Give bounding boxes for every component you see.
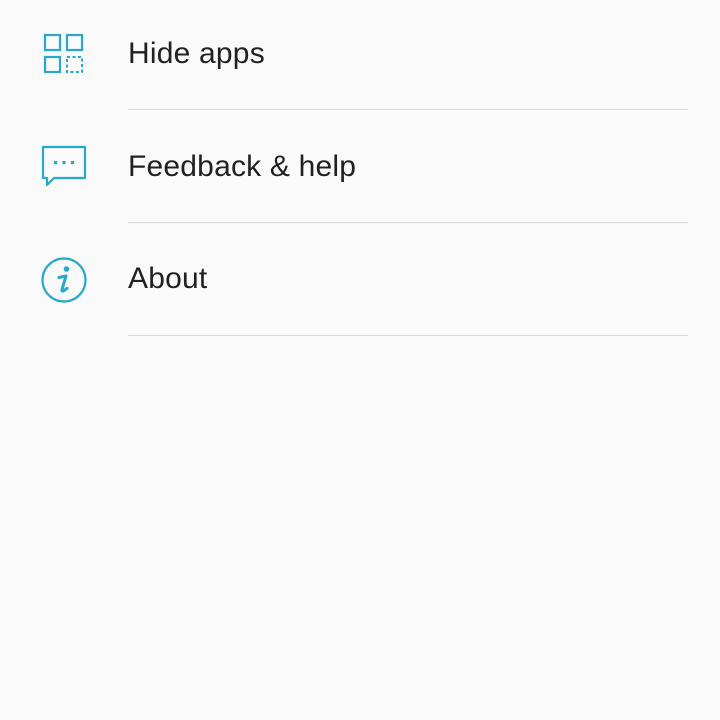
menu-item-label-feedback-help: Feedback & help xyxy=(128,150,357,183)
menu-item-feedback-help[interactable] xyxy=(0,110,720,223)
info-icon xyxy=(40,256,88,304)
menu-divider xyxy=(128,335,688,336)
menu-item-label-about: About xyxy=(128,262,208,295)
menu-item-hide-apps[interactable] xyxy=(0,0,720,110)
feedback-chat-icon xyxy=(40,143,88,191)
hide-apps-icon xyxy=(40,31,88,79)
menu-item-label-hide-apps: Hide apps xyxy=(128,37,265,70)
menu-item-about[interactable] xyxy=(0,223,720,336)
